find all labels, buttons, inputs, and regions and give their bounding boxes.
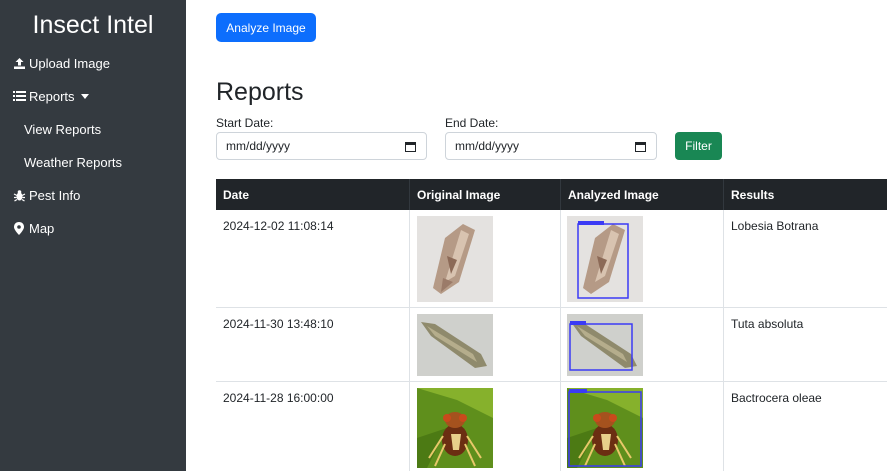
filter-button[interactable]: Filter — [675, 132, 722, 160]
calendar-icon[interactable] — [635, 141, 646, 152]
analyzed-image-cell — [561, 382, 724, 471]
start-date-label: Start Date: — [216, 116, 274, 130]
table-header: Date Original Image Analyzed Image Resul… — [216, 179, 887, 210]
end-date-value: mm/dd/yyyy — [455, 139, 520, 153]
column-header-analyzed-image: Analyzed Image — [561, 179, 724, 210]
brand-title: Insect Intel — [32, 11, 154, 39]
column-header-original-image: Original Image — [410, 179, 561, 210]
date-cell: 2024-11-28 16:00:00 — [216, 382, 410, 471]
original-image-cell — [410, 308, 561, 381]
original-fly-image[interactable] — [417, 388, 493, 468]
sidebar-item-reports[interactable]: Reports — [12, 86, 89, 106]
results-cell: Lobesia Botrana — [724, 210, 887, 307]
start-date-value: mm/dd/yyyy — [226, 139, 291, 153]
sidebar-item-upload-image[interactable]: Upload Image — [12, 53, 110, 73]
date-cell: 2024-12-02 11:08:14 — [216, 210, 410, 307]
table-row: 2024-12-02 11:08:14 Lobesia Botrana — [216, 210, 887, 308]
report-date: 2024-12-02 11:08:14 — [223, 219, 334, 233]
analyze-image-button[interactable]: Analyze Image — [216, 13, 316, 42]
results-cell: Bactrocera oleae — [724, 382, 887, 471]
original-image-cell — [410, 382, 561, 471]
end-date-input[interactable]: mm/dd/yyyy — [445, 132, 657, 160]
column-header-date: Date — [216, 179, 410, 210]
map-marker-icon — [12, 221, 26, 235]
report-date: 2024-11-30 13:48:10 — [223, 317, 334, 331]
report-date: 2024-11-28 16:00:00 — [223, 391, 334, 405]
chevron-down-icon — [80, 93, 89, 99]
sidebar: Insect Intel Upload Image Reports View R… — [0, 0, 186, 471]
start-date-input[interactable]: mm/dd/yyyy — [216, 132, 427, 160]
analyzed-moth-image[interactable] — [567, 314, 643, 376]
upload-icon — [12, 56, 26, 70]
table-row: 2024-11-30 13:48:10 Tuta absoluta — [216, 308, 887, 382]
list-icon — [12, 89, 26, 103]
result-label: Lobesia Botrana — [731, 219, 819, 233]
sidebar-item-label: Upload Image — [29, 55, 110, 71]
bug-icon — [12, 188, 26, 202]
results-cell: Tuta absoluta — [724, 308, 887, 381]
sidebar-item-label: Pest Info — [29, 187, 81, 203]
sidebar-item-map[interactable]: Map — [12, 218, 54, 238]
analyzed-image-cell — [561, 210, 724, 307]
page-title: Reports — [216, 78, 304, 106]
sidebar-item-label: Map — [29, 220, 55, 236]
sidebar-item-label: View Reports — [24, 121, 102, 137]
sidebar-item-weather-reports[interactable]: Weather Reports — [24, 152, 122, 172]
column-header-results: Results — [731, 187, 775, 202]
sidebar-item-view-reports[interactable]: View Reports — [24, 119, 101, 139]
table-row: 2024-11-28 16:00:00 Bactrocera oleae — [216, 382, 887, 471]
end-date-label: End Date: — [445, 116, 499, 130]
original-moth-image[interactable] — [417, 314, 493, 376]
result-label: Tuta absoluta — [731, 317, 804, 331]
calendar-icon[interactable] — [405, 141, 416, 152]
analyzed-image-cell — [561, 308, 724, 381]
original-moth-image[interactable] — [417, 216, 493, 302]
original-image-cell — [410, 210, 561, 307]
analyzed-moth-image[interactable] — [567, 216, 643, 302]
analyzed-fly-image[interactable] — [567, 388, 643, 468]
sidebar-item-pest-info[interactable]: Pest Info — [12, 185, 80, 205]
sidebar-item-label: Weather Reports — [24, 154, 123, 170]
sidebar-item-label: Reports — [29, 88, 75, 104]
date-cell: 2024-11-30 13:48:10 — [216, 308, 410, 381]
result-label: Bactrocera oleae — [731, 391, 822, 405]
